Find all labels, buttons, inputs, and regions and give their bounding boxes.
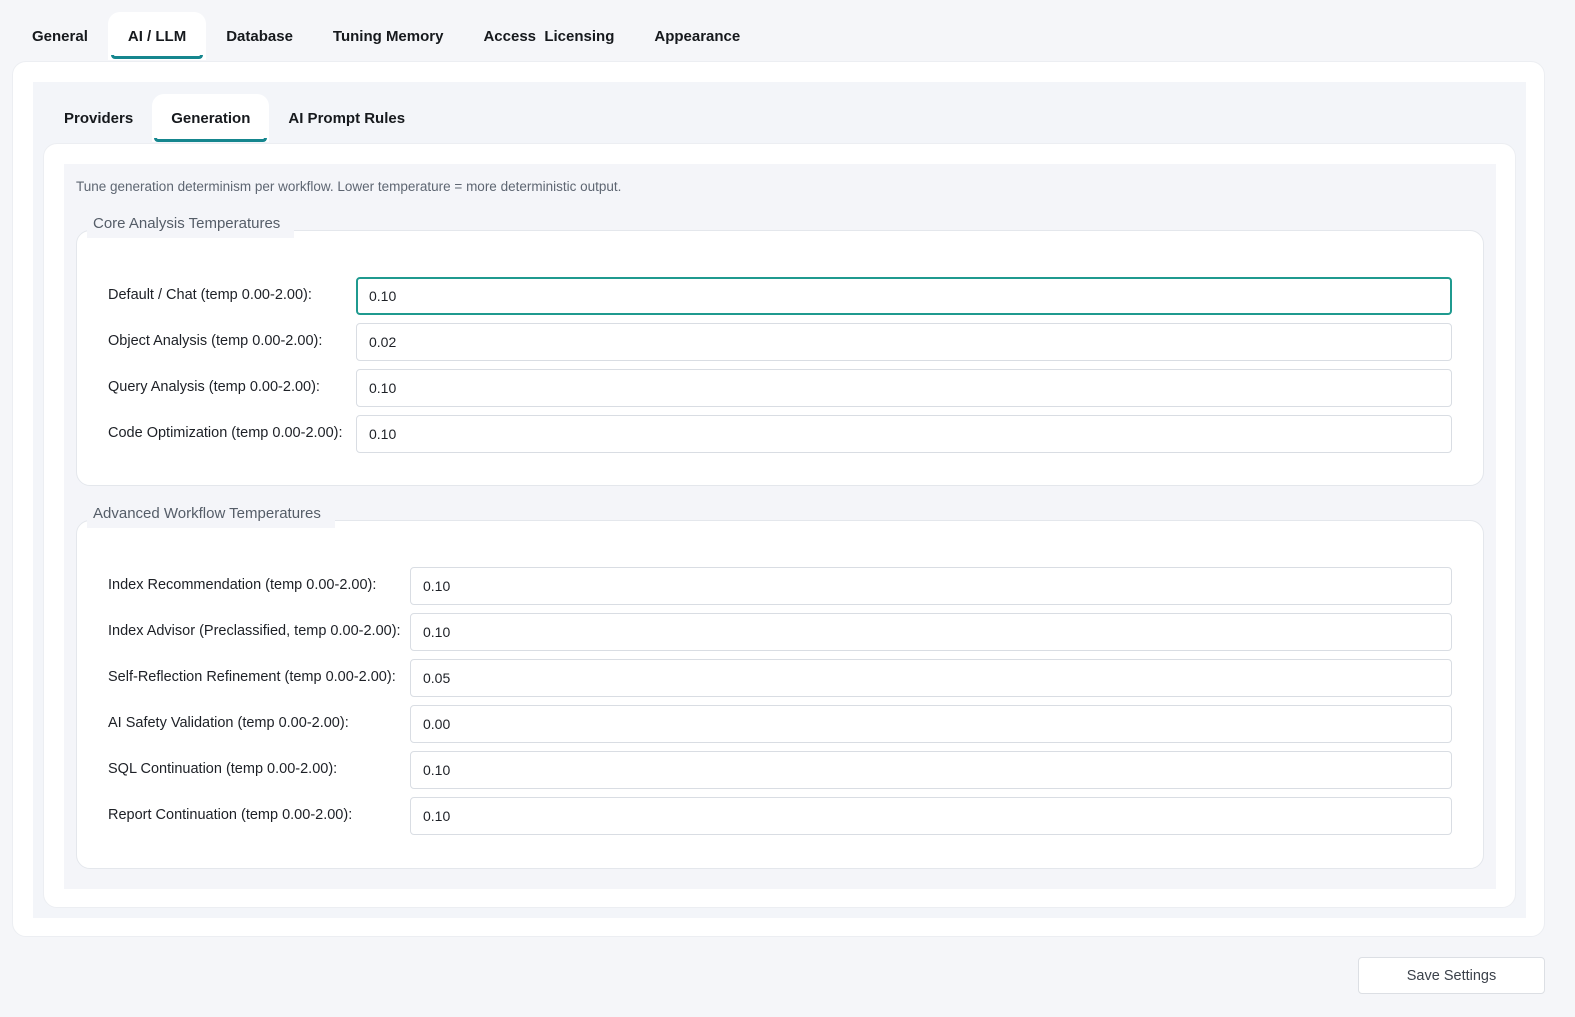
field-label: SQL Continuation (temp 0.00-2.00): — [108, 761, 338, 777]
tab-label: Tuning Memory — [332, 27, 444, 45]
field-row: SQL Continuation (temp 0.00-2.00): — [77, 751, 1483, 791]
core-temperatures-group: Core Analysis Temperatures Default / Cha… — [76, 209, 1484, 486]
field-label: Index Recommendation (temp 0.00-2.00): — [108, 577, 377, 593]
field-row: Default / Chat (temp 0.00-2.00): — [77, 277, 1483, 317]
sql-continuation-temp-input[interactable] — [410, 751, 1452, 789]
tab-tuning-memory[interactable]: Tuning Memory — [313, 12, 464, 60]
field-label: Object Analysis (temp 0.00-2.00): — [108, 333, 323, 349]
generation-content: Tune generation determinism per workflow… — [64, 164, 1496, 889]
field-label: Self-Reflection Refinement (temp 0.00-2.… — [108, 669, 396, 685]
report-continuation-temp-input[interactable] — [410, 797, 1452, 835]
index-advisor-temp-input[interactable] — [410, 613, 1452, 651]
generation-hint: Tune generation determinism per workflow… — [76, 179, 622, 194]
field-label: Report Continuation (temp 0.00-2.00): — [108, 807, 353, 823]
tab-providers[interactable]: Providers — [45, 94, 152, 142]
tab-ai-prompt-rules[interactable]: AI Prompt Rules — [269, 94, 424, 142]
self-reflection-temp-input[interactable] — [410, 659, 1452, 697]
settings-panel: Providers Generation AI Prompt Rules Tun… — [12, 61, 1545, 937]
tab-label: Providers — [64, 109, 134, 127]
field-label: AI Safety Validation (temp 0.00-2.00): — [108, 715, 349, 731]
field-label: Code Optimization (temp 0.00-2.00): — [108, 425, 343, 441]
tab-label: AI Prompt Rules — [288, 109, 406, 127]
tab-label: Database — [226, 27, 293, 45]
settings-tabs: General AI / LLM Database Tuning Memory … — [12, 12, 760, 60]
field-row: Query Analysis (temp 0.00-2.00): — [77, 369, 1483, 409]
tab-general[interactable]: General — [12, 12, 108, 60]
field-label: Query Analysis (temp 0.00-2.00): — [108, 379, 320, 395]
tab-label: Appearance — [654, 27, 741, 45]
field-row: Index Recommendation (temp 0.00-2.00): — [77, 567, 1483, 607]
field-row: Object Analysis (temp 0.00-2.00): — [77, 323, 1483, 363]
index-recommendation-temp-input[interactable] — [410, 567, 1452, 605]
field-label: Index Advisor (Preclassified, temp 0.00-… — [108, 623, 401, 639]
code-optimization-temp-input[interactable] — [356, 415, 1452, 453]
group-title: Core Analysis Temperatures — [87, 209, 295, 238]
field-row: Report Continuation (temp 0.00-2.00): — [77, 797, 1483, 837]
tab-label: General — [32, 27, 88, 45]
generation-panel: Tune generation determinism per workflow… — [43, 143, 1516, 908]
ai-safety-validation-temp-input[interactable] — [410, 705, 1452, 743]
active-tab-indicator — [110, 55, 204, 59]
tab-label: Generation — [171, 109, 251, 127]
active-tab-indicator — [154, 138, 268, 142]
ai-llm-subtabs: Providers Generation AI Prompt Rules — [45, 94, 424, 142]
field-row: Code Optimization (temp 0.00-2.00): — [77, 415, 1483, 455]
tab-label: AI / LLM — [127, 27, 187, 45]
tab-appearance[interactable]: Appearance — [634, 12, 760, 60]
object-analysis-temp-input[interactable] — [356, 323, 1452, 361]
save-settings-button[interactable]: Save Settings — [1358, 957, 1545, 994]
query-analysis-temp-input[interactable] — [356, 369, 1452, 407]
default-chat-temp-input[interactable] — [356, 277, 1452, 315]
tab-generation[interactable]: Generation — [152, 94, 270, 142]
group-title: Advanced Workflow Temperatures — [87, 499, 335, 528]
field-row: Self-Reflection Refinement (temp 0.00-2.… — [77, 659, 1483, 699]
field-row: Index Advisor (Preclassified, temp 0.00-… — [77, 613, 1483, 653]
tab-access-licensing[interactable]: Access Licensing — [463, 12, 634, 60]
tab-ai-llm[interactable]: AI / LLM — [107, 12, 207, 60]
field-row: AI Safety Validation (temp 0.00-2.00): — [77, 705, 1483, 745]
tab-database[interactable]: Database — [206, 12, 313, 60]
ai-llm-panel: Providers Generation AI Prompt Rules Tun… — [33, 82, 1526, 918]
advanced-temperatures-group: Advanced Workflow Temperatures Index Rec… — [76, 499, 1484, 869]
field-label: Default / Chat (temp 0.00-2.00): — [108, 287, 312, 303]
tab-label: Access Licensing — [483, 27, 615, 45]
